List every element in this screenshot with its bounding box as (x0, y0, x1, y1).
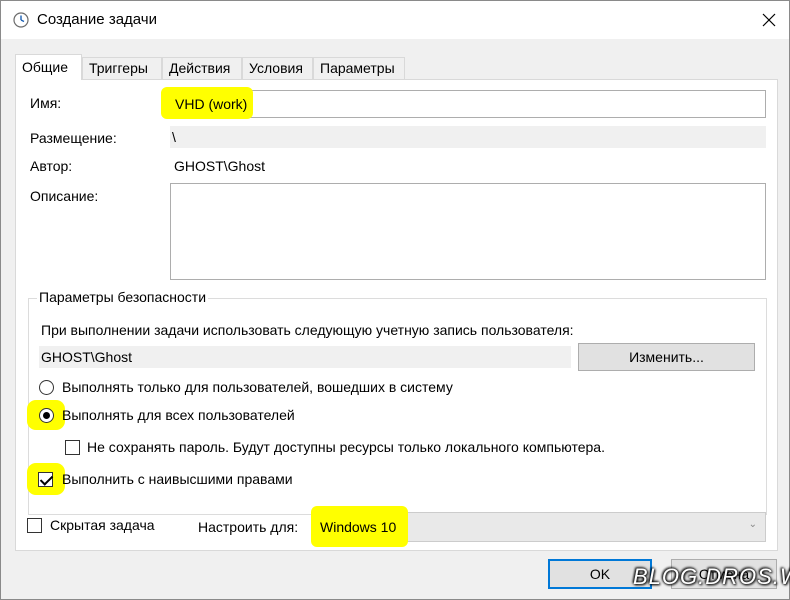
name-label: Имя: (30, 95, 62, 111)
radio-logged-on-only[interactable] (39, 380, 54, 395)
no-store-password-label: Не сохранять пароль. Будут доступны ресу… (87, 439, 605, 455)
task-create-dialog: Создание задачи Общие Триггеры Действия … (0, 0, 790, 600)
account-value: GHOST\Ghost (39, 346, 571, 368)
name-value: VHD (work) (175, 96, 248, 112)
tab-general[interactable]: Общие (15, 54, 82, 80)
configure-for-select[interactable]: Windows 10 ⌄ (311, 506, 766, 547)
configure-for-label: Настроить для: (198, 519, 299, 535)
radio-logged-on-only-label: Выполнять только для пользователей, воше… (62, 379, 453, 395)
radio-all-users[interactable] (39, 408, 54, 423)
hidden-task-label: Скрытая задача (50, 517, 155, 533)
chevron-down-icon: ⌄ (748, 519, 757, 530)
no-store-password-checkbox[interactable] (65, 440, 80, 455)
tab-actions[interactable]: Действия (162, 57, 242, 80)
highest-privileges-label: Выполнить с наивысшими правами (62, 471, 293, 487)
location-value: \ (170, 126, 766, 148)
close-button[interactable] (749, 1, 789, 39)
tab-settings[interactable]: Параметры (313, 57, 405, 80)
description-label: Описание: (30, 188, 99, 204)
author-label: Автор: (30, 158, 73, 174)
hidden-task-checkbox[interactable] (27, 518, 42, 533)
title-bar[interactable]: Создание задачи (1, 1, 789, 39)
description-input[interactable] (170, 183, 766, 280)
account-prompt: При выполнении задачи использовать следу… (41, 322, 574, 338)
highest-privileges-checkbox[interactable] (38, 472, 53, 487)
change-user-button[interactable]: Изменить... (578, 343, 755, 371)
security-group: Параметры безопасности При выполнении за… (27, 289, 767, 515)
watermark: BLOG.DROS.WS (633, 564, 790, 589)
tab-triggers[interactable]: Триггеры (82, 57, 162, 80)
location-label: Размещение: (30, 130, 117, 146)
author-value: GHOST\Ghost (174, 158, 266, 174)
radio-all-users-label: Выполнять для всех пользователей (62, 407, 295, 423)
tab-conditions[interactable]: Условия (242, 57, 313, 80)
general-tab-panel: Имя: VHD (work) Размещение: \ Автор: GHO… (15, 79, 778, 551)
window-title: Создание задачи (37, 11, 157, 28)
security-group-title: Параметры безопасности (37, 289, 209, 305)
configure-for-value: Windows 10 (320, 519, 397, 535)
name-input[interactable]: VHD (work) (161, 87, 766, 119)
close-icon (762, 13, 776, 27)
clock-icon (13, 12, 29, 28)
